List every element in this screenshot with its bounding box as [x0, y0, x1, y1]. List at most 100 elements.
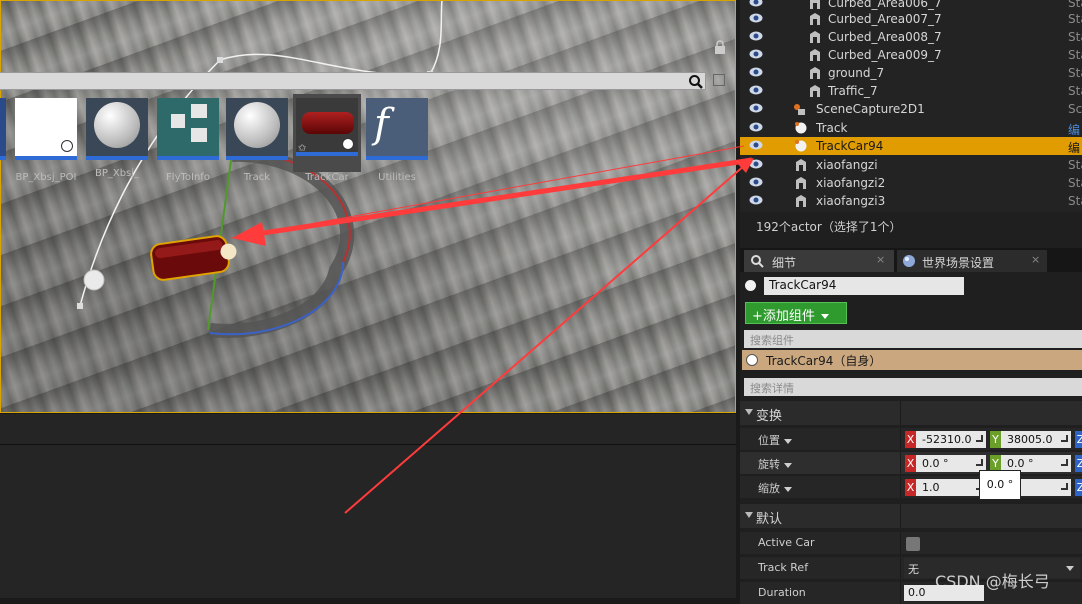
static-mesh-icon [810, 31, 820, 43]
axis-y-tag: Y [990, 431, 1001, 448]
outliner-item-type: Sta [1068, 12, 1082, 26]
eye-icon[interactable] [749, 122, 763, 132]
eye-icon[interactable] [749, 103, 763, 113]
track-ref-label: Track Ref [758, 561, 809, 574]
outliner-row[interactable]: Curbed_Area008_7 Sta [740, 28, 1082, 46]
lock-icon[interactable] [714, 40, 726, 54]
outliner-item-type: Sta [1068, 158, 1082, 172]
duration-label: Duration [758, 586, 806, 599]
outliner-item-type: Sta [1068, 0, 1082, 10]
asset-tile[interactable]: FlyToInfo [157, 98, 219, 183]
eye-icon[interactable] [749, 85, 763, 95]
tab-world-settings-label: 世界场景设置 [922, 256, 995, 270]
component-self-label: TrackCar94（自身） [766, 354, 882, 368]
eye-icon[interactable] [749, 13, 763, 23]
sphere-icon [746, 354, 758, 366]
asset-tile[interactable]: BP_Xbsj_ [86, 98, 148, 179]
static-mesh-icon [810, 0, 820, 9]
component-self-row[interactable]: TrackCar94（自身） [742, 350, 1082, 370]
spline-point-1 [217, 57, 223, 63]
rotation-label[interactable]: 旋转 [758, 456, 792, 472]
location-x-field[interactable]: -52310.0 [916, 431, 986, 448]
asset-label: BP_Xbsj_POI [15, 172, 77, 183]
location-label[interactable]: 位置 [758, 432, 792, 448]
eye-icon[interactable] [749, 0, 763, 7]
save-icon[interactable] [713, 74, 725, 86]
outliner-row[interactable]: ground_7 Sta [740, 64, 1082, 82]
rotation-x-field[interactable]: 0.0 ° [916, 455, 986, 472]
add-component-label: +添加组件 [752, 309, 815, 324]
active-car-label: Active Car [758, 536, 815, 549]
outliner-row[interactable]: Curbed_Area009_7 Sta [740, 46, 1082, 64]
eye-icon[interactable] [749, 49, 763, 59]
eye-icon[interactable] [749, 177, 763, 187]
outliner-item-name: Curbed_Area008_7 [828, 30, 942, 44]
outliner-row[interactable]: xiaofangzi3 Sta [740, 192, 1082, 210]
category-transform[interactable]: 变换 [740, 401, 1082, 425]
viewport-overlay [77, 0, 443, 338]
property-scale: 缩放 X 1.0 0 Z [740, 476, 1082, 498]
property-location: 位置 X -52310.0 Y 38005.0 Z [740, 428, 1082, 450]
outliner-row[interactable]: xiaofangzi2 Sta [740, 174, 1082, 192]
outliner-row[interactable]: Traffic_7 Sta [740, 82, 1082, 100]
outliner-row[interactable]: Curbed_Area007_7 Sta [740, 10, 1082, 28]
category-default[interactable]: 默认 [740, 504, 1082, 528]
actor-name-field[interactable]: TrackCar94 [764, 277, 964, 295]
asset-tile[interactable]: Track [226, 98, 288, 183]
eye-icon[interactable] [749, 31, 763, 41]
tab-world-settings[interactable]: 世界场景设置 × [897, 250, 1047, 272]
property-rotation: 旋转 X 0.0 ° Y 0.0 ° Z [740, 452, 1082, 474]
active-car-checkbox[interactable] [906, 537, 920, 551]
close-tab-icon[interactable]: × [1031, 253, 1040, 266]
outliner-row[interactable]: xiaofangzi Sta [740, 156, 1082, 174]
outliner-item-type: Sta [1068, 30, 1082, 44]
search-details-input[interactable]: 搜索详情 [744, 378, 1082, 396]
outliner-item-type: Sta [1068, 194, 1082, 208]
outliner-row[interactable]: Track 编 [740, 119, 1082, 137]
eye-icon[interactable] [749, 159, 763, 169]
search-icon[interactable] [688, 74, 704, 90]
eye-icon[interactable] [749, 140, 763, 150]
magnifier-icon [751, 255, 764, 268]
category-transform-label: 变换 [756, 409, 783, 424]
asset-tile[interactable]: BP_Xbsj_POI [15, 98, 77, 183]
sphere-icon [94, 102, 140, 148]
eye-icon[interactable] [749, 67, 763, 77]
asset-tile[interactable] [0, 98, 6, 160]
chevron-down-icon [784, 486, 792, 492]
axis-z-tag: Z [1075, 455, 1082, 472]
expand-triangle-icon [745, 409, 753, 415]
outliner-item-type: 编 [1068, 141, 1081, 155]
scale-x-field[interactable]: 1.0 [916, 479, 986, 496]
axis-z-tag: Z [1075, 479, 1082, 496]
chevron-down-icon [1066, 566, 1074, 571]
content-search-input[interactable] [0, 72, 706, 90]
outliner-item-type: Sce [1068, 102, 1082, 116]
actor-sphere-icon [745, 280, 756, 291]
outliner-item-name: xiaofangzi [816, 158, 878, 172]
outliner-item-type: Sta [1068, 66, 1082, 80]
static-mesh-icon [810, 67, 820, 79]
value-tooltip: 0.0 ° [979, 470, 1021, 500]
tab-details[interactable]: 细节 × [744, 250, 894, 272]
outliner-row-selected[interactable]: TrackCar94 编 [740, 137, 1082, 155]
tab-details-label: 细节 [772, 256, 797, 270]
outliner-row[interactable]: SceneCapture2D1 Sce [740, 100, 1082, 118]
close-tab-icon[interactable]: × [876, 253, 885, 266]
asset-tile-selected[interactable]: ✩ TrackCar [293, 94, 361, 183]
asset-tile[interactable]: f Utilities [366, 98, 428, 183]
category-default-label: 默认 [756, 512, 783, 527]
blueprint-node-icon [171, 114, 185, 128]
location-y-field[interactable]: 38005.0 [1001, 431, 1071, 448]
eye-icon[interactable] [749, 195, 763, 205]
axis-x-tag: X [905, 479, 916, 496]
level-viewport[interactable] [0, 0, 736, 413]
track-ref-value: 无 [908, 563, 919, 576]
static-mesh-icon [810, 49, 820, 61]
search-components-input[interactable]: 搜索组件 [744, 330, 1082, 348]
scale-label[interactable]: 缩放 [758, 480, 792, 496]
watermark: CSDN @梅长弓 [935, 572, 1050, 591]
add-component-button[interactable]: +添加组件 [745, 302, 847, 324]
axis-x-tag: X [905, 455, 916, 472]
chevron-down-icon [821, 314, 830, 319]
